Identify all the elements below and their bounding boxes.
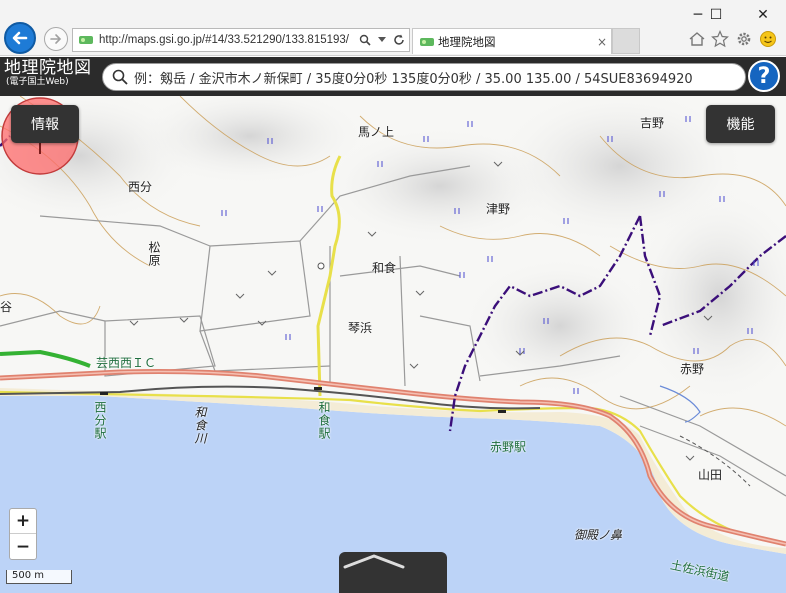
tab-title: 地理院地図 — [438, 34, 496, 49]
chevron-up-icon — [343, 554, 405, 569]
bottom-panel-toggle[interactable] — [339, 552, 447, 593]
cape-label-gotenohana: 御殿ノ鼻 — [574, 528, 623, 542]
app-logo[interactable]: 地理院地図 (電子国土Web) — [4, 60, 92, 87]
station-label-nishibun: 西分駅 — [93, 401, 107, 440]
gear-icon[interactable] — [733, 28, 755, 50]
back-arrow-icon — [12, 31, 28, 45]
search-input[interactable]: 例：剱岳 / 金沢市木ノ新保町 / 35度0分0秒 135度0分0秒 / 35.… — [102, 63, 746, 91]
logo-subtitle: (電子国土Web) — [6, 77, 69, 87]
function-button[interactable]: 機能 — [706, 105, 775, 143]
app-header: 地理院地図 (電子国土Web) 例：剱岳 / 金沢市木ノ新保町 / 35度0分0… — [0, 57, 786, 96]
refresh-icon[interactable] — [392, 30, 406, 50]
dropdown-icon[interactable] — [375, 30, 389, 50]
place-label-yoshino: 吉野 — [640, 116, 665, 130]
home-icon[interactable] — [686, 28, 708, 50]
search-icon[interactable] — [358, 30, 372, 50]
place-label-akano: 赤野 — [680, 362, 705, 376]
forward-button[interactable] — [44, 27, 68, 51]
river-label-wajiki: 和食川 — [193, 406, 207, 445]
scale-bar: 500 m — [6, 570, 72, 584]
station-label-wajiki: 和食駅 — [317, 401, 331, 440]
place-label-wajiki: 和食 — [372, 261, 397, 275]
star-icon[interactable] — [709, 28, 731, 50]
zoom-in-button[interactable]: + — [10, 509, 36, 534]
map-view[interactable]: 馬ノ上 吉野 西分 津野 松原 和食 谷 琴浜 芸西西ＩＣ 赤野 西分駅 和食川… — [0, 96, 786, 593]
address-url[interactable]: http://maps.gsi.go.jp/#14/33.521290/133.… — [99, 34, 358, 46]
place-label-matsubara: 松原 — [147, 241, 161, 267]
place-label-tani: 谷 — [0, 300, 13, 314]
forward-arrow-icon — [50, 34, 62, 44]
search-icon — [112, 69, 128, 85]
address-bar[interactable]: http://maps.gsi.go.jp/#14/33.521290/133.… — [72, 28, 410, 52]
zoom-out-button[interactable]: − — [10, 534, 36, 559]
new-tab-button[interactable] — [612, 28, 640, 54]
info-button[interactable]: 情報 — [11, 105, 79, 143]
place-label-umanoue: 馬ノ上 — [358, 125, 395, 139]
site-favicon-icon — [79, 36, 93, 44]
place-label-kotogahama: 琴浜 — [348, 321, 373, 335]
place-label-yamada: 山田 — [698, 468, 723, 482]
place-label-tsunno: 津野 — [486, 202, 511, 216]
logo-title: 地理院地図 — [4, 58, 92, 78]
map-canvas[interactable] — [0, 96, 786, 593]
close-window-button[interactable]: ✕ — [748, 4, 778, 26]
smiley-icon[interactable] — [757, 28, 779, 50]
search-placeholder: 例：剱岳 / 金沢市木ノ新保町 / 35度0分0秒 135度0分0秒 / 35.… — [134, 71, 693, 87]
tab-favicon-icon — [420, 37, 434, 46]
tab-close-button[interactable]: × — [593, 35, 611, 49]
ic-label-geisei: 芸西西ＩＣ — [96, 356, 157, 370]
place-label-nishibun: 西分 — [128, 180, 153, 194]
station-label-akano: 赤野駅 — [490, 440, 527, 454]
back-button[interactable] — [4, 22, 36, 54]
maximize-button[interactable]: ☐ — [701, 4, 731, 26]
zoom-control: + − — [9, 508, 37, 560]
browser-chrome: ─ ☐ ✕ http://maps.gsi.go.jp/#14/33.52129… — [0, 0, 786, 56]
help-button[interactable]: ? — [748, 60, 780, 92]
browser-tab[interactable]: 地理院地図 × — [412, 28, 612, 54]
